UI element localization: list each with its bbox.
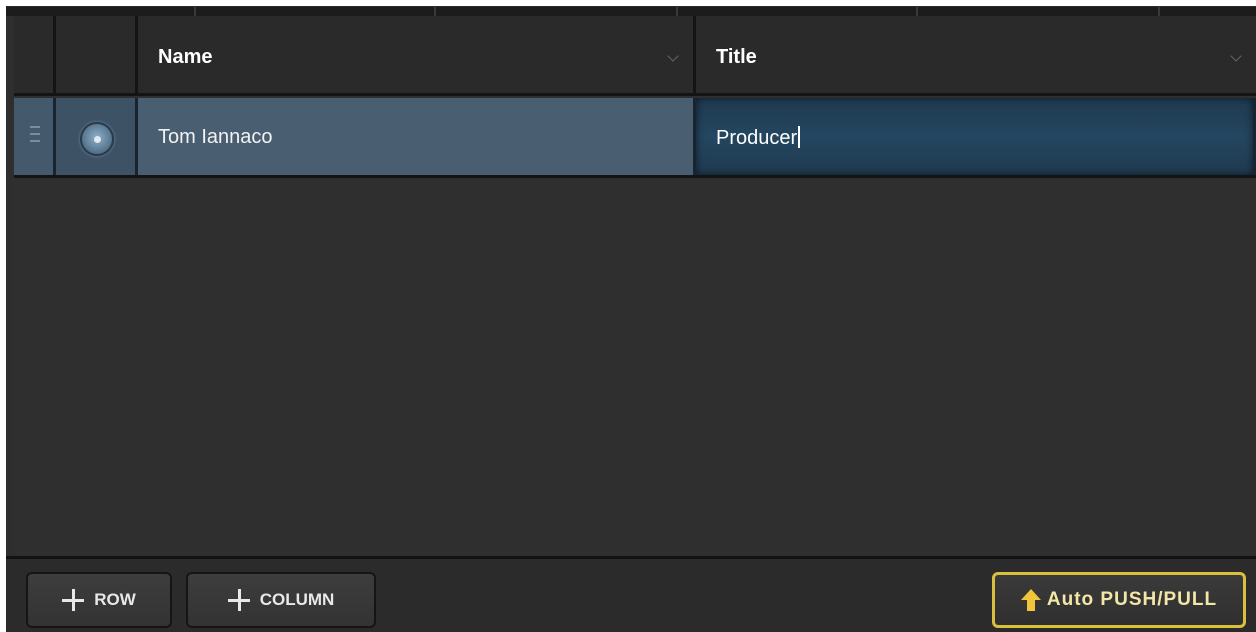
- tab-strip: [6, 6, 1256, 17]
- grid-header: Name Title: [14, 16, 1256, 96]
- column-header-name[interactable]: Name: [138, 16, 696, 93]
- cell-name[interactable]: Tom Iannaco: [138, 98, 696, 175]
- add-row-label: ROW: [94, 590, 136, 609]
- drag-handle-icon: [30, 126, 40, 150]
- column-header-label: Title: [716, 46, 757, 68]
- data-grid-window: Name Title Tom Iannaco Producer ROW COLU…: [0, 0, 1256, 632]
- column-header-label: Name: [158, 46, 213, 68]
- plus-icon: [62, 589, 85, 611]
- header-select-column: [56, 16, 138, 93]
- data-grid: Name Title Tom Iannaco Producer: [14, 16, 1256, 556]
- add-column-label: COLUMN: [259, 590, 335, 609]
- row-select-cell[interactable]: [56, 98, 138, 175]
- auto-push-pull-label: Auto PUSH/PULL: [1046, 589, 1218, 610]
- add-row-button[interactable]: ROW: [26, 572, 172, 628]
- chevron-down-icon[interactable]: [667, 50, 679, 62]
- radio-selected-icon[interactable]: [80, 122, 114, 156]
- table-row[interactable]: Tom Iannaco Producer: [14, 98, 1256, 178]
- cell-title-value: Producer: [716, 127, 798, 149]
- chevron-down-icon[interactable]: [1230, 50, 1242, 62]
- bottom-toolbar: ROW COLUMN Auto PUSH/PULL: [6, 556, 1256, 632]
- cell-title-input[interactable]: Producer: [716, 126, 801, 150]
- column-header-title[interactable]: Title: [696, 16, 1256, 93]
- row-drag-handle[interactable]: [14, 98, 56, 175]
- cell-name-value: Tom Iannaco: [158, 126, 273, 148]
- plus-icon: [227, 589, 250, 611]
- arrow-up-icon: [1020, 589, 1041, 611]
- header-drag-column: [14, 16, 56, 93]
- data-panel: Name Title Tom Iannaco Producer ROW COLU…: [6, 16, 1256, 632]
- cell-title-editing[interactable]: Producer: [696, 98, 1256, 175]
- text-caret: [798, 126, 801, 148]
- add-column-button[interactable]: COLUMN: [186, 572, 376, 628]
- auto-push-pull-button[interactable]: Auto PUSH/PULL: [992, 572, 1246, 628]
